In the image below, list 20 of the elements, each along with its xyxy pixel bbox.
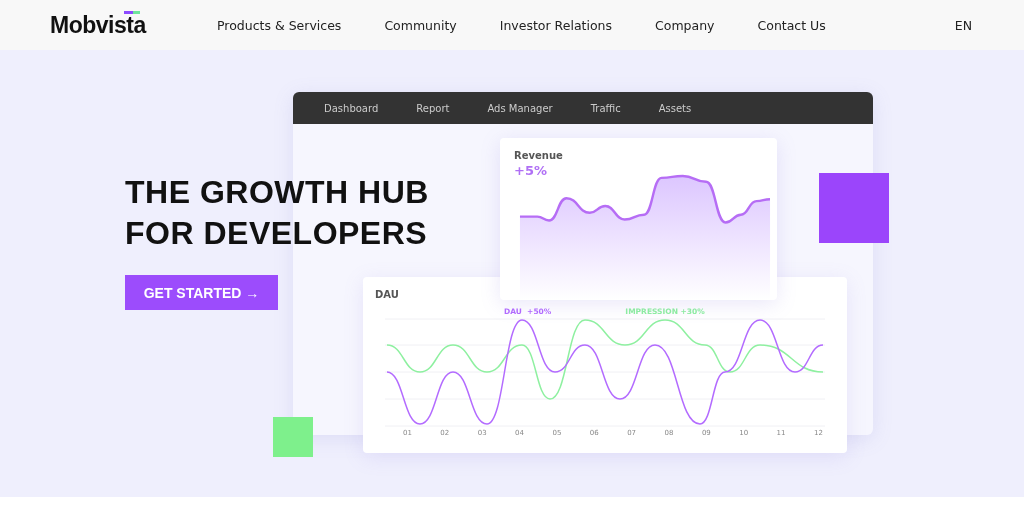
dashboard-tab[interactable]: Report bbox=[416, 102, 450, 114]
nav-link[interactable]: Products & Services bbox=[217, 17, 342, 33]
card-title: DAU bbox=[375, 289, 400, 300]
dashboard-tab[interactable]: Dashboard bbox=[324, 102, 379, 114]
language-link[interactable]: EN bbox=[954, 17, 972, 33]
nav-link[interactable]: Contact Us bbox=[757, 17, 826, 33]
logo-accent-icon bbox=[124, 10, 140, 14]
decorative-square bbox=[819, 173, 889, 243]
dashboard-tab[interactable]: Ads Manager bbox=[487, 102, 553, 114]
logo[interactable]: Mobvista bbox=[50, 11, 146, 38]
dashboard-tab[interactable]: Assets bbox=[658, 102, 692, 114]
dashboard-tab[interactable]: Traffic bbox=[590, 102, 621, 114]
get-started-button[interactable]: GET STARTED → bbox=[125, 275, 278, 310]
nav-link[interactable]: Investor Relations bbox=[499, 17, 613, 33]
revenue-change: +5% bbox=[514, 163, 548, 178]
decorative-square bbox=[273, 417, 313, 457]
nav-link[interactable]: Company bbox=[655, 17, 715, 33]
nav-link[interactable]: Community bbox=[384, 17, 457, 33]
headline: THE GROWTH HUB FOR DEVELOPERS bbox=[125, 173, 429, 253]
card-title: Revenue bbox=[514, 150, 564, 161]
